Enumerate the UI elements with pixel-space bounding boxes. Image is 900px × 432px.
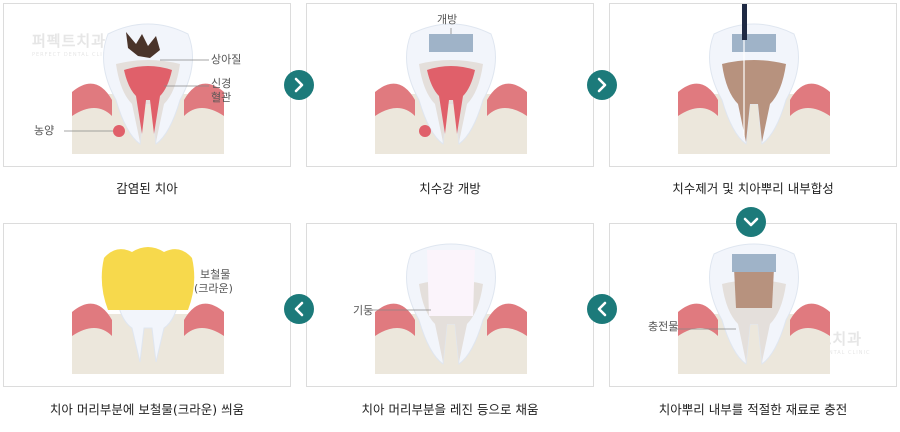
- arrow-right-icon: [284, 70, 314, 100]
- label-post: 기둥: [353, 304, 374, 317]
- arrow-right-icon: [587, 70, 617, 100]
- step-2-caption: 치수강 개방: [419, 181, 481, 196]
- arrow-left-icon: [284, 294, 314, 324]
- step-1-panel: 퍼펙트치과 PERFECT DENTAL CLINIC 상아질 신경 혈관 농양: [3, 3, 291, 167]
- opened-pulp-illustration: [375, 23, 527, 154]
- label-nerve: 신경: [211, 77, 232, 90]
- arrow-down-icon: [736, 207, 766, 237]
- label-filling: 충전물: [648, 320, 679, 333]
- step-1-caption: 감염된 치아: [116, 181, 178, 196]
- label-prosthesis: 보철물: [200, 268, 231, 281]
- label-crown: (크라운): [194, 282, 233, 295]
- resin-filled-illustration: [367, 243, 527, 374]
- step-6-caption: 치아뿌리 내부를 적절한 재료로 충전: [658, 402, 848, 417]
- step-2-panel: 개방: [306, 3, 594, 167]
- step-3-panel: [609, 3, 897, 167]
- root-filled-illustration: [670, 243, 830, 374]
- pulp-removed-illustration: [678, 4, 830, 154]
- step-4-panel: 보철물 (크라운): [3, 223, 291, 387]
- infected-tooth-illustration: [64, 23, 224, 154]
- label-abscess: 농양: [34, 124, 55, 137]
- label-dentin: 상아질: [211, 53, 242, 66]
- step-4-caption: 치아 머리부분에 보철물(크라운) 씌움: [49, 402, 245, 417]
- step-3-caption: 치수제거 및 치아뿌리 내부합성: [672, 181, 834, 196]
- crown-illustration: [72, 247, 224, 374]
- label-vessel: 혈관: [211, 91, 232, 104]
- arrow-left-icon: [587, 294, 617, 324]
- step-6-panel: 퍼펙트치과 PERFECT DENTAL CLINIC 충전물: [609, 223, 897, 387]
- step-5-caption: 치아 머리부분을 레진 등으로 채움: [361, 402, 539, 417]
- step-5-panel: 기둥: [306, 223, 594, 387]
- label-opening: 개방: [437, 13, 458, 26]
